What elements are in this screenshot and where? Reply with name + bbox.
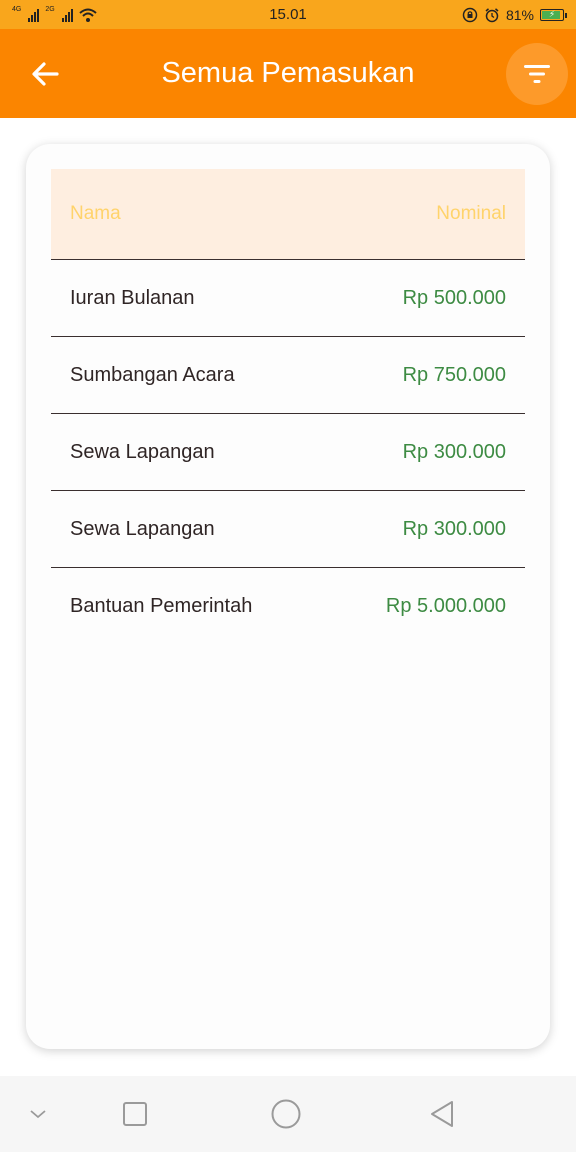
home-button[interactable] [270, 1098, 302, 1130]
arrow-left-icon [32, 62, 59, 86]
table-row[interactable]: Sumbangan Acara Rp 750.000 [51, 337, 525, 414]
lock-rotation-icon [462, 7, 478, 22]
row-amount: Rp 500.000 [402, 286, 506, 309]
row-name: Sewa Lapangan [70, 517, 215, 540]
row-name: Sumbangan Acara [70, 363, 235, 386]
triangle-back-icon [431, 1101, 453, 1127]
income-card: Nama Nominal Iuran Bulanan Rp 500.000 Su… [26, 144, 550, 1049]
alarm-icon [485, 7, 499, 22]
table-row[interactable]: Sewa Lapangan Rp 300.000 [51, 491, 525, 568]
system-nav-bar [0, 1076, 576, 1152]
column-header-name: Nama [70, 203, 121, 224]
table-row[interactable]: Bantuan Pemerintah Rp 5.000.000 [51, 568, 525, 645]
status-bar: 4G 2G 15.01 81% ⚡ [0, 0, 576, 29]
signal-icon [61, 8, 73, 22]
row-name: Bantuan Pemerintah [70, 595, 253, 617]
network-label-1: 4G [12, 6, 22, 13]
chevron-down-icon [30, 1110, 46, 1119]
table-row[interactable]: Sewa Lapangan Rp 300.000 [51, 414, 525, 491]
charging-bolt-icon: ⚡ [548, 9, 556, 19]
row-amount: Rp 300.000 [402, 440, 506, 463]
network-label-2: 2G [45, 6, 55, 13]
back-button[interactable] [22, 51, 68, 97]
back-nav-button[interactable] [426, 1098, 458, 1130]
filter-icon [524, 65, 550, 83]
battery-percent: 81% [505, 6, 534, 23]
row-name: Sewa Lapangan [70, 440, 215, 463]
status-right: 81% ⚡ [462, 6, 567, 23]
battery-icon: ⚡ [540, 8, 567, 21]
hide-nav-button[interactable] [22, 1098, 54, 1130]
row-amount: Rp 5.000.000 [385, 595, 506, 617]
column-header-amount: Nominal [436, 203, 506, 224]
wifi-icon [79, 8, 97, 22]
recent-apps-button[interactable] [119, 1098, 151, 1130]
signal-icon [28, 8, 40, 22]
table-row[interactable]: Iuran Bulanan Rp 500.000 [51, 260, 525, 337]
filter-button[interactable] [506, 43, 568, 105]
app-bar: Semua Pemasukan [0, 29, 576, 118]
circle-icon [271, 1099, 301, 1129]
table-header: Nama Nominal [51, 169, 525, 260]
square-icon [123, 1102, 147, 1126]
income-table: Nama Nominal Iuran Bulanan Rp 500.000 Su… [51, 169, 525, 645]
row-name: Iuran Bulanan [70, 286, 195, 309]
row-amount: Rp 300.000 [402, 517, 506, 540]
page-title: Semua Pemasukan [161, 57, 415, 89]
status-left: 4G 2G [12, 6, 97, 22]
row-amount: Rp 750.000 [402, 363, 506, 386]
